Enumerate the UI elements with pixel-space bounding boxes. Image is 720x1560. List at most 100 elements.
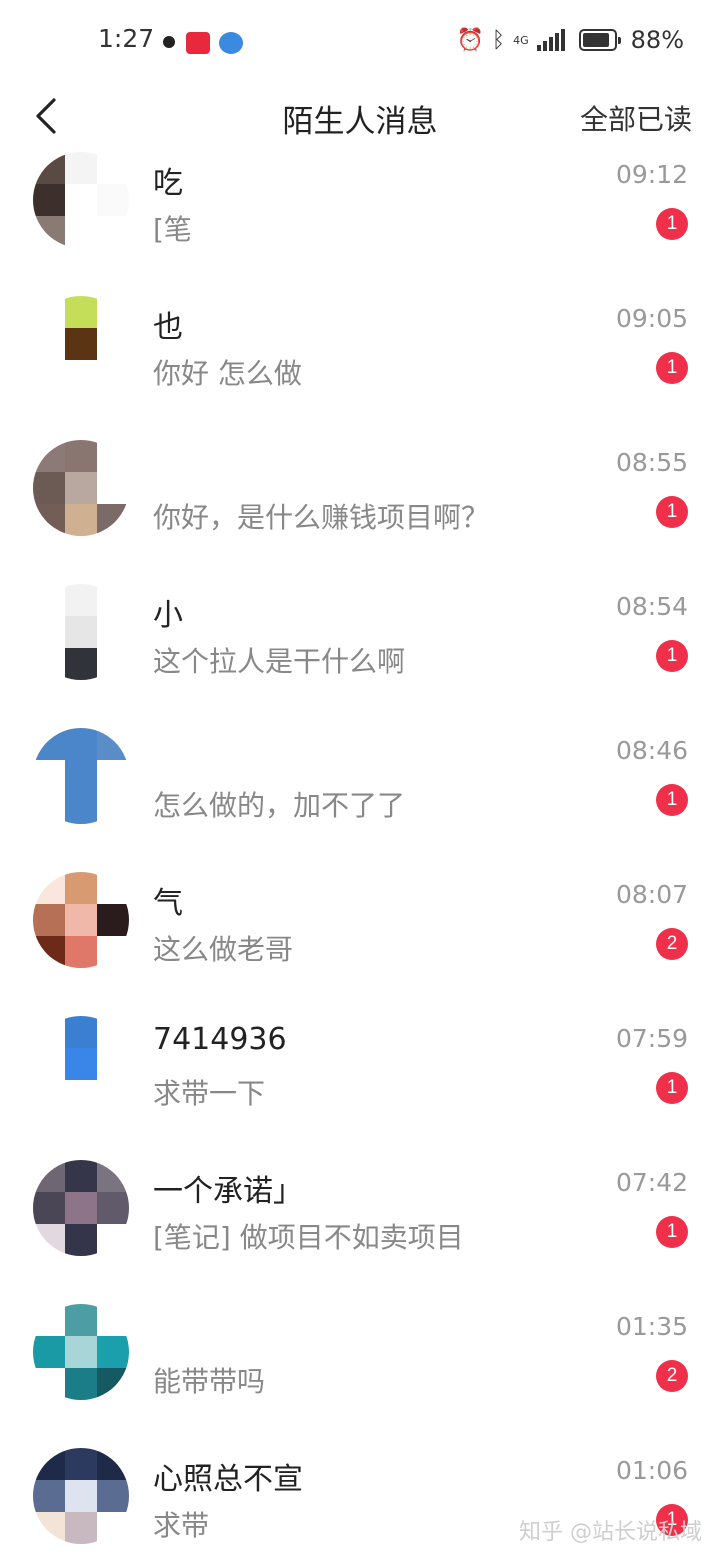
message-row[interactable]: 能带带吗 01:35 2 xyxy=(0,1302,720,1446)
avatar-pixel xyxy=(97,360,129,392)
unread-badge: 1 xyxy=(656,1216,688,1248)
sender-name: 7414936 xyxy=(153,1022,287,1057)
unread-badge: 1 xyxy=(656,784,688,816)
message-row[interactable]: 你好，是什么赚钱项目啊？ 08:55 1 xyxy=(0,438,720,582)
message-preview: 能带带吗 xyxy=(153,1365,266,1398)
avatar-pixel xyxy=(97,1080,129,1112)
avatar[interactable] xyxy=(33,152,129,248)
unread-badge: 2 xyxy=(656,928,688,960)
message-preview: 这么做老哥 xyxy=(153,933,294,966)
avatar[interactable] xyxy=(33,440,129,536)
avatar-pixel xyxy=(33,792,65,824)
message-preview: 怎么做的，加不了了 xyxy=(153,789,406,822)
message-time: 09:05 xyxy=(615,304,688,333)
message-time: 08:55 xyxy=(615,448,688,477)
avatar-pixel xyxy=(65,584,97,616)
avatar-pixel xyxy=(33,1224,65,1256)
message-row[interactable]: 怎么做的，加不了了 08:46 1 xyxy=(0,726,720,870)
avatar-pixel xyxy=(97,904,129,936)
unread-badge: 1 xyxy=(656,352,688,384)
avatar-pixel xyxy=(65,872,97,904)
message-row[interactable]: 小这个拉人是干什么啊 08:54 1 xyxy=(0,582,720,726)
header: 陌生人消息 全部已读 xyxy=(0,84,720,150)
avatar-pixel xyxy=(65,504,97,536)
avatar-pixel xyxy=(65,728,97,760)
avatar-pixel xyxy=(65,328,97,360)
avatar-pixel xyxy=(33,728,65,760)
avatar-pixel xyxy=(33,216,65,248)
status-time: 1:27 xyxy=(98,24,155,53)
avatar-pixel xyxy=(65,1336,97,1368)
avatar-pixel xyxy=(97,1512,129,1544)
avatar-pixel xyxy=(33,184,65,216)
avatar-pixel xyxy=(33,1192,65,1224)
avatar-pixel xyxy=(65,936,97,968)
avatar-pixel xyxy=(97,152,129,184)
avatar[interactable] xyxy=(33,296,129,392)
message-time: 07:42 xyxy=(615,1168,688,1197)
avatar-pixel xyxy=(97,1048,129,1080)
avatar-pixel xyxy=(97,1368,129,1400)
message-preview: 你好，是什么赚钱项目啊？ xyxy=(153,501,490,534)
avatar-pixel xyxy=(65,1192,97,1224)
avatar-pixel xyxy=(65,184,97,216)
avatar-pixel xyxy=(33,328,65,360)
avatar-pixel xyxy=(97,328,129,360)
avatar-pixel xyxy=(65,360,97,392)
unread-badge: 1 xyxy=(656,1072,688,1104)
message-row[interactable]: 也你好 怎么做 09:05 1 xyxy=(0,294,720,438)
avatar-pixel xyxy=(97,1016,129,1048)
avatar-pixel xyxy=(33,1016,65,1048)
message-row[interactable]: 一个承诺」 [笔记] 做项目不如卖项目 07:42 1 xyxy=(0,1158,720,1302)
mark-all-read-button[interactable]: 全部已读 xyxy=(580,98,692,138)
avatar-pixel xyxy=(97,472,129,504)
avatar-pixel xyxy=(65,1016,97,1048)
avatar-pixel xyxy=(33,1160,65,1192)
avatar-pixel xyxy=(65,1512,97,1544)
avatar-pixel xyxy=(33,1304,65,1336)
message-time: 09:12 xyxy=(615,160,688,189)
avatar-pixel xyxy=(33,1048,65,1080)
avatar-pixel xyxy=(65,152,97,184)
alarm-icon: ⏰ xyxy=(456,27,484,53)
unread-badge: 1 xyxy=(656,208,688,240)
battery-fill xyxy=(582,33,609,47)
avatar[interactable] xyxy=(33,1448,129,1544)
watermark: 知乎 @站长说私域 xyxy=(519,1520,702,1545)
avatar-pixel xyxy=(33,904,65,936)
avatar-pixel xyxy=(33,1512,65,1544)
avatar[interactable] xyxy=(33,872,129,968)
avatar-pixel xyxy=(97,296,129,328)
avatar-pixel xyxy=(65,216,97,248)
sender-name: 心照总不宣 xyxy=(153,1462,303,1497)
message-row[interactable]: 气这么做老哥 08:07 2 xyxy=(0,870,720,1014)
message-preview: 求带 xyxy=(153,1509,210,1542)
message-row[interactable]: 7414936 求带一下 07:59 1 xyxy=(0,1014,720,1158)
avatar-pixel xyxy=(65,904,97,936)
avatar[interactable] xyxy=(33,1304,129,1400)
avatar-pixel xyxy=(97,1224,129,1256)
message-row[interactable]: 吃 [笔 09:12 1 xyxy=(0,150,720,294)
avatar[interactable] xyxy=(33,728,129,824)
avatar-pixel xyxy=(65,616,97,648)
avatar-pixel xyxy=(97,584,129,616)
avatar-pixel xyxy=(97,1448,129,1480)
browser-icon xyxy=(219,32,243,54)
avatar[interactable] xyxy=(33,584,129,680)
sender-name: 吃 xyxy=(153,166,183,201)
sender-name: 气 xyxy=(153,886,183,921)
avatar-pixel xyxy=(65,792,97,824)
unread-badge: 1 xyxy=(656,640,688,672)
sender-name: 也 xyxy=(153,310,183,345)
avatar-pixel xyxy=(65,1048,97,1080)
avatar-pixel xyxy=(97,936,129,968)
avatar-pixel xyxy=(97,1304,129,1336)
avatar[interactable] xyxy=(33,1160,129,1256)
avatar-pixel xyxy=(33,152,65,184)
avatar-pixel xyxy=(33,1480,65,1512)
avatar-pixel xyxy=(65,760,97,792)
eye-icon xyxy=(163,36,175,48)
avatar[interactable] xyxy=(33,1016,129,1112)
avatar-pixel xyxy=(65,1080,97,1112)
avatar-pixel xyxy=(97,504,129,536)
